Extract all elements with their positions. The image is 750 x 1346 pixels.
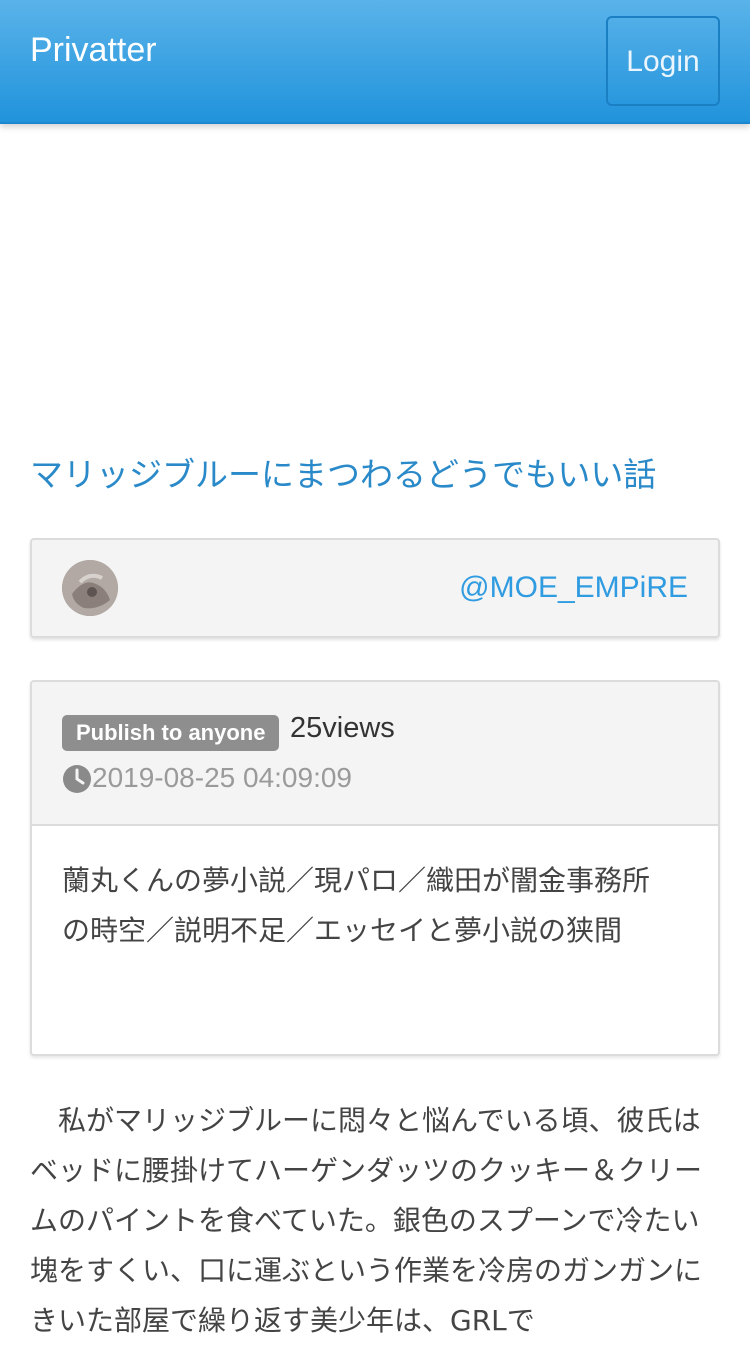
- post-meta-card: Publish to anyone 25views 2019-08-25 04:…: [30, 680, 720, 1056]
- post-timestamp: 2019-08-25 04:09:09: [92, 762, 352, 793]
- view-count: 25views: [290, 712, 395, 744]
- ad-space: [0, 126, 750, 416]
- avatar-image: [62, 560, 118, 616]
- login-button[interactable]: Login: [606, 16, 720, 106]
- author-card[interactable]: @MOE_EMPiRE: [30, 538, 720, 638]
- post-meta-header: Publish to anyone 25views 2019-08-25 04:…: [32, 682, 718, 826]
- post-caption: 蘭丸くんの夢小説／現パロ／織田が闇金事務所の時空／説明不足／エッセイと夢小説の狭…: [62, 864, 651, 947]
- visibility-badge: Publish to anyone: [62, 715, 280, 751]
- clock-icon: [63, 765, 91, 793]
- avatar[interactable]: [62, 560, 118, 616]
- top-navbar: Privatter Login: [0, 0, 750, 124]
- post-title[interactable]: マリッジブルーにまつわるどうでもいい話: [30, 452, 720, 498]
- post-body: 私がマリッジブルーに悶々と悩んでいる頃、彼氏はベッドに腰掛けてハーゲンダッツのク…: [30, 1104, 703, 1337]
- brand-logo[interactable]: Privatter: [30, 28, 157, 72]
- author-handle-link[interactable]: @MOE_EMPiRE: [459, 568, 688, 608]
